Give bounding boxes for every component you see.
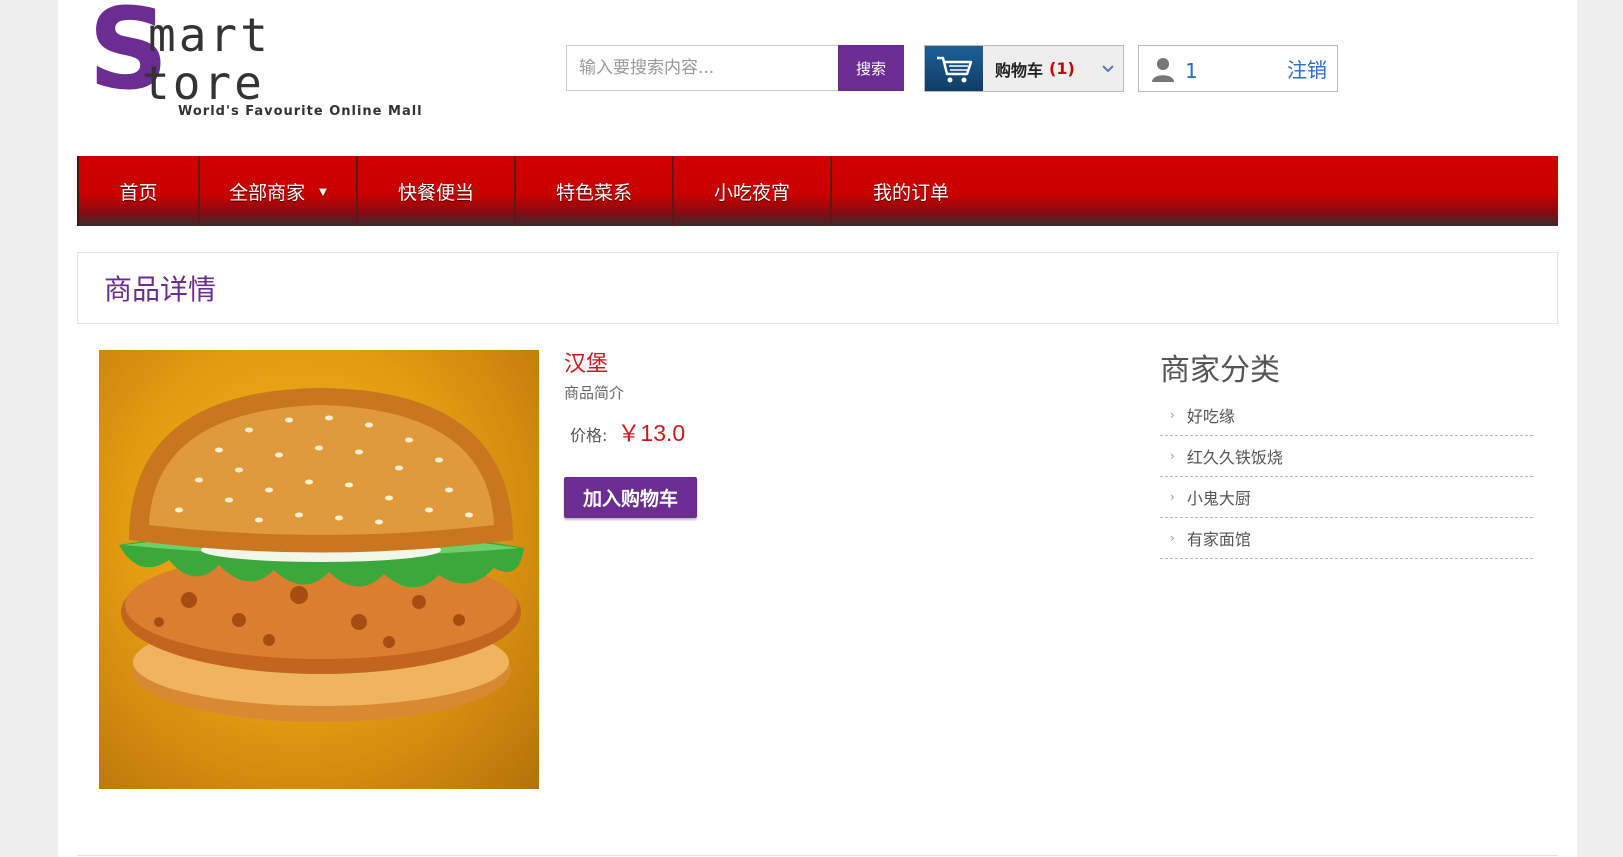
nav-item-home[interactable]: 首页: [79, 156, 200, 226]
page-container: S mart tore World's Favourite Online Mal…: [58, 0, 1577, 857]
caret-down-icon: ▼: [319, 186, 327, 198]
categories-list: › 好吃缘 › 红久久铁饭烧 › 小鬼大厨 › 有家面馆: [1160, 395, 1533, 559]
add-to-cart-button[interactable]: 加入购物车: [564, 477, 697, 518]
nav-item-all-merchants[interactable]: 全部商家 ▼: [200, 156, 358, 226]
divider: [77, 855, 1558, 856]
category-label: 小鬼大厨: [1186, 489, 1251, 508]
chevron-right-icon: ›: [1170, 449, 1175, 463]
user-id[interactable]: 1: [1185, 59, 1198, 83]
categories-title: 商家分类: [1160, 353, 1280, 388]
user-box: 1 注销: [1138, 45, 1338, 92]
nav-item-my-orders[interactable]: 我的订单: [832, 156, 990, 226]
nav-item-label: 我的订单: [872, 181, 949, 204]
category-item[interactable]: › 小鬼大厨: [1160, 477, 1533, 518]
cart-dropdown[interactable]: 购物车 (1): [924, 45, 1124, 92]
nav-item-label: 特色菜系: [555, 181, 632, 204]
price-value: ￥13.0: [617, 420, 686, 446]
chevron-right-icon: ›: [1170, 490, 1175, 504]
category-label: 有家面馆: [1186, 530, 1251, 549]
category-label: 红久久铁饭烧: [1186, 448, 1283, 467]
search-input[interactable]: [566, 45, 838, 91]
search-bar: 搜索: [566, 45, 904, 91]
user-icon: [1143, 56, 1183, 82]
category-item[interactable]: › 红久久铁饭烧: [1160, 436, 1533, 477]
nav-item-snacks[interactable]: 小吃夜宵: [674, 156, 832, 226]
cart-label: 购物车: [995, 60, 1044, 80]
category-label: 好吃缘: [1186, 407, 1235, 426]
cart-count: (1): [1049, 59, 1075, 78]
chevron-right-icon: ›: [1170, 531, 1175, 545]
chevron-down-icon[interactable]: [1093, 46, 1123, 91]
shopping-cart-icon: [937, 56, 973, 82]
burger-illustration: [119, 388, 524, 722]
nav-item-specialty-cuisine[interactable]: 特色菜系: [516, 156, 674, 226]
nav-item-fast-food[interactable]: 快餐便当: [358, 156, 516, 226]
product-image: [99, 350, 539, 789]
logo-word-2: tore: [142, 56, 265, 110]
main-nav: 首页 全部商家 ▼ 快餐便当 特色菜系 小吃夜宵 我的订单: [77, 156, 1558, 226]
store-logo[interactable]: S mart tore World's Favourite Online Mal…: [88, 0, 422, 121]
cart-summary: 购物车 (1): [983, 46, 1093, 91]
category-item[interactable]: › 好吃缘: [1160, 395, 1533, 436]
page-title-text: 商品详情: [104, 273, 217, 306]
logo-word-1: mart: [148, 8, 271, 62]
chevron-right-icon: ›: [1170, 408, 1175, 422]
category-item[interactable]: › 有家面馆: [1160, 518, 1533, 559]
logout-link[interactable]: 注销: [1287, 54, 1327, 83]
product-description: 商品简介: [564, 384, 625, 402]
cart-icon-box: [925, 46, 983, 91]
logo-tagline: World's Favourite Online Mall: [178, 104, 423, 119]
nav-item-label: 首页: [119, 181, 158, 204]
product-name: 汉堡: [564, 352, 609, 377]
nav-item-label: 全部商家: [229, 181, 306, 204]
price-label: 价格:: [570, 426, 608, 445]
price-row: 价格: ￥13.0: [570, 414, 685, 448]
nav-item-label: 快餐便当: [397, 181, 474, 204]
nav-item-label: 小吃夜宵: [713, 181, 790, 204]
search-button[interactable]: 搜索: [838, 45, 904, 91]
page-title: 商品详情: [77, 252, 1558, 324]
